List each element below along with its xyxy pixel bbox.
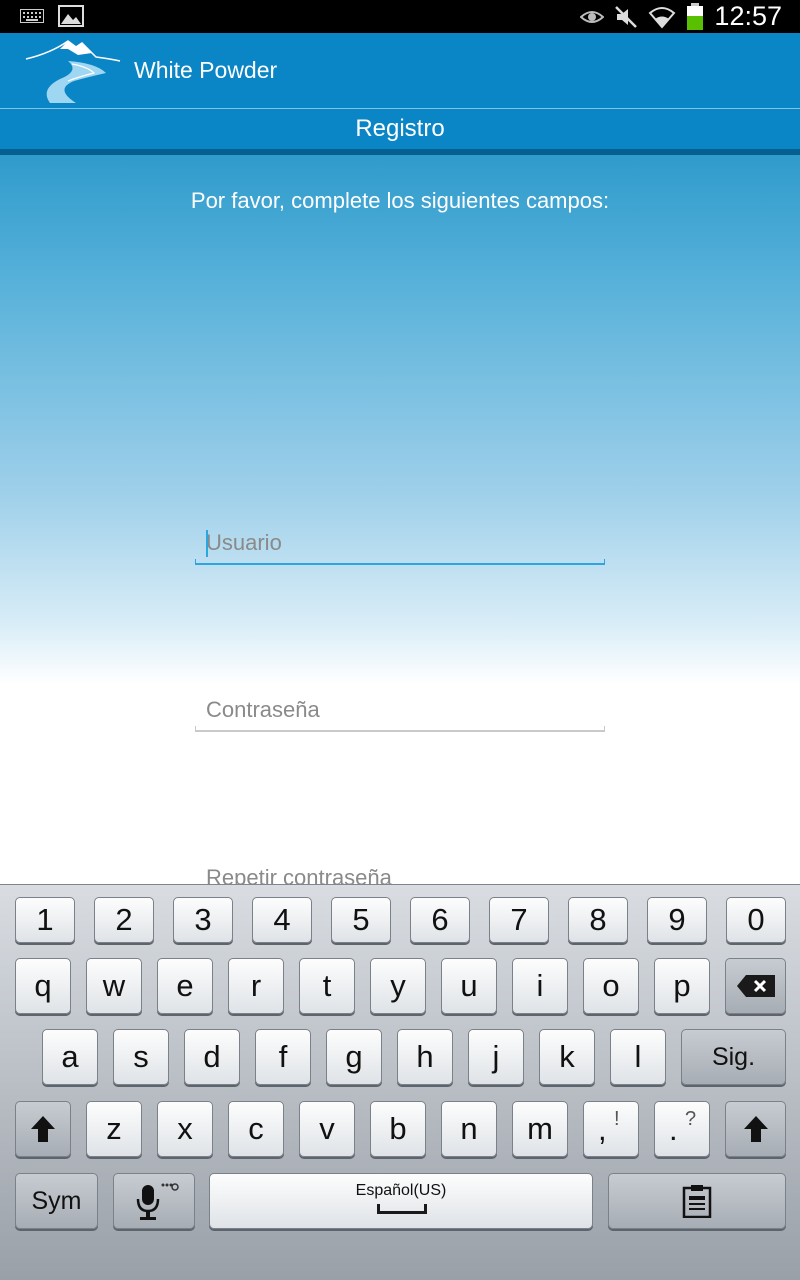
text-cursor bbox=[206, 530, 208, 557]
backspace-icon bbox=[736, 975, 775, 997]
clipboard-icon bbox=[682, 1185, 712, 1218]
key-1[interactable]: 1 bbox=[15, 897, 75, 943]
key-9[interactable]: 9 bbox=[647, 897, 707, 943]
shift-icon bbox=[743, 1116, 768, 1142]
backspace-key[interactable] bbox=[725, 958, 786, 1014]
key-0[interactable]: 0 bbox=[726, 897, 786, 943]
app-logo-icon bbox=[25, 40, 121, 103]
space-key[interactable]: Español(US) bbox=[209, 1173, 593, 1229]
repeat-password-field-container bbox=[195, 860, 605, 885]
status-bar-right: 12:57 bbox=[580, 0, 782, 33]
space-bar-icon bbox=[377, 1204, 427, 1214]
key-q[interactable]: q bbox=[15, 958, 71, 1014]
key-h[interactable]: h bbox=[397, 1029, 453, 1085]
key-period[interactable]: . ? bbox=[654, 1101, 710, 1157]
space-language-label: Español(US) bbox=[355, 1182, 447, 1199]
status-bar: 12:57 bbox=[0, 0, 800, 33]
key-8[interactable]: 8 bbox=[568, 897, 628, 943]
action-bar: White Powder bbox=[0, 33, 800, 108]
image-icon bbox=[58, 5, 84, 27]
key-comma[interactable]: , ! bbox=[583, 1101, 639, 1157]
registration-form: Por favor, complete los siguientes campo… bbox=[0, 155, 800, 885]
key-o[interactable]: o bbox=[583, 958, 639, 1014]
username-underline bbox=[195, 559, 605, 565]
key-z[interactable]: z bbox=[86, 1101, 142, 1157]
status-bar-left bbox=[20, 5, 84, 27]
key-6[interactable]: 6 bbox=[410, 897, 470, 943]
password-input[interactable] bbox=[195, 692, 605, 728]
key-r[interactable]: r bbox=[228, 958, 284, 1014]
key-2[interactable]: 2 bbox=[94, 897, 154, 943]
app-title: White Powder bbox=[134, 57, 278, 83]
sym-key[interactable]: Sym bbox=[15, 1173, 98, 1229]
key-e[interactable]: e bbox=[157, 958, 213, 1014]
page-title: Registro bbox=[355, 115, 445, 142]
key-p[interactable]: p bbox=[654, 958, 710, 1014]
mute-icon bbox=[615, 5, 638, 28]
wifi-icon bbox=[649, 6, 676, 29]
key-m[interactable]: m bbox=[512, 1101, 568, 1157]
username-input[interactable] bbox=[195, 525, 605, 561]
password-underline bbox=[195, 726, 605, 732]
battery-icon bbox=[687, 2, 704, 30]
key-5[interactable]: 5 bbox=[331, 897, 391, 943]
clipboard-key[interactable] bbox=[608, 1173, 786, 1229]
voice-input-key[interactable] bbox=[113, 1173, 195, 1229]
username-field-container bbox=[195, 525, 605, 565]
shift-key-left[interactable] bbox=[15, 1101, 71, 1157]
period-alt-label: ? bbox=[685, 1108, 697, 1130]
key-3[interactable]: 3 bbox=[173, 897, 233, 943]
next-key[interactable]: Sig. bbox=[681, 1029, 786, 1085]
key-g[interactable]: g bbox=[326, 1029, 382, 1085]
key-k[interactable]: k bbox=[539, 1029, 595, 1085]
key-y[interactable]: y bbox=[370, 958, 426, 1014]
key-c[interactable]: c bbox=[228, 1101, 284, 1157]
shift-icon bbox=[31, 1116, 55, 1142]
page-title-bar: Registro bbox=[0, 108, 800, 149]
key-s[interactable]: s bbox=[113, 1029, 169, 1085]
soft-keyboard: 1 2 3 4 5 6 7 8 9 0 q w e r t y u i o p … bbox=[0, 884, 800, 1280]
period-label: . bbox=[669, 1112, 678, 1147]
key-t[interactable]: t bbox=[299, 958, 355, 1014]
password-field-container bbox=[195, 692, 605, 732]
key-u[interactable]: u bbox=[441, 958, 497, 1014]
key-l[interactable]: l bbox=[610, 1029, 666, 1085]
key-b[interactable]: b bbox=[370, 1101, 426, 1157]
status-time: 12:57 bbox=[714, 1, 782, 31]
key-4[interactable]: 4 bbox=[252, 897, 312, 943]
eye-icon bbox=[580, 10, 605, 23]
key-x[interactable]: x bbox=[157, 1101, 213, 1157]
comma-alt-label: ! bbox=[614, 1108, 620, 1130]
comma-label: , bbox=[598, 1112, 607, 1147]
key-d[interactable]: d bbox=[184, 1029, 240, 1085]
key-a[interactable]: a bbox=[42, 1029, 98, 1085]
key-7[interactable]: 7 bbox=[489, 897, 549, 943]
key-w[interactable]: w bbox=[86, 958, 142, 1014]
key-j[interactable]: j bbox=[468, 1029, 524, 1085]
microphone-icon bbox=[136, 1183, 179, 1220]
key-n[interactable]: n bbox=[441, 1101, 497, 1157]
form-instructions: Por favor, complete los siguientes campo… bbox=[190, 188, 610, 213]
key-i[interactable]: i bbox=[512, 958, 568, 1014]
key-f[interactable]: f bbox=[255, 1029, 311, 1085]
repeat-password-input[interactable] bbox=[195, 860, 605, 885]
keyboard-icon bbox=[20, 9, 44, 23]
shift-key-right[interactable] bbox=[725, 1101, 786, 1157]
key-v[interactable]: v bbox=[299, 1101, 355, 1157]
